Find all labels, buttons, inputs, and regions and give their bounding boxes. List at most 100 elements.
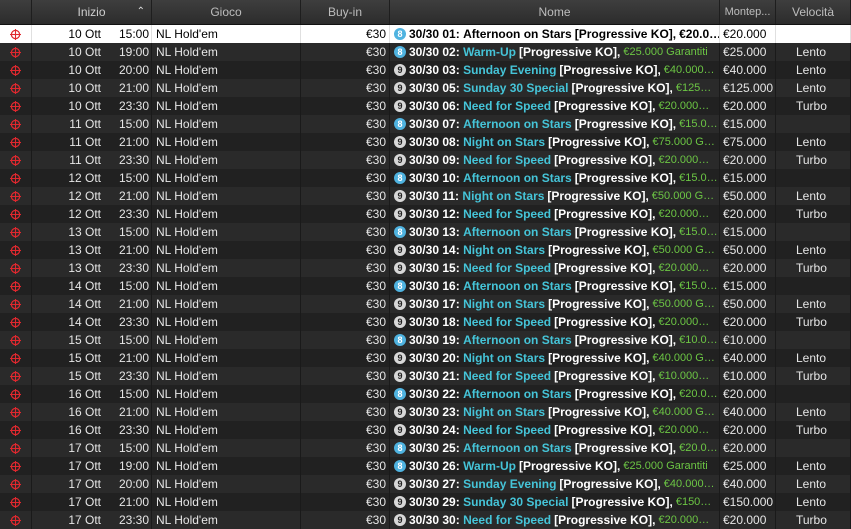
header-game[interactable]: Gioco bbox=[152, 0, 301, 24]
name-cell: 9 30/30 05: Sunday 30 Special [Progressive… bbox=[390, 79, 720, 97]
game-cell: NL Hold'em bbox=[152, 439, 301, 457]
players-badge: 9 bbox=[394, 496, 406, 508]
header-prize-pool[interactable]: Montep... bbox=[720, 0, 776, 24]
table-row[interactable]: 16 Ott 23:30 NL Hold'em €30 9 30/30 24: Need … bbox=[0, 421, 851, 439]
header-name[interactable]: Nome bbox=[390, 0, 720, 24]
table-row[interactable]: 10 Ott 15:00 NL Hold'em €30 8 30/30 01: After… bbox=[0, 25, 851, 43]
table-row[interactable]: 13 Ott 21:00 NL Hold'em €30 9 30/30 14: Night… bbox=[0, 241, 851, 259]
table-row[interactable]: 17 Ott 20:00 NL Hold'em €30 9 30/30 27: Sunda… bbox=[0, 475, 851, 493]
target-icon bbox=[0, 457, 32, 475]
buyin-cell: €30 bbox=[301, 439, 390, 457]
tournament-type: [Progressive KO], bbox=[554, 315, 656, 329]
name-cell: 8 30/30 13: Afternoon on Stars [Progressiv… bbox=[390, 223, 720, 241]
tournament-number: 02: bbox=[442, 45, 460, 59]
start-time: 19:00 bbox=[118, 45, 149, 59]
tournament-title: Sunday 30 Special bbox=[463, 495, 569, 509]
table-row[interactable]: 14 Ott 23:30 NL Hold'em €30 9 30/30 18: Need … bbox=[0, 313, 851, 331]
prize-pool-cell: €15.000 bbox=[720, 169, 776, 187]
tournament-count: 30/30 bbox=[409, 423, 440, 437]
start-cell: 14 Ott 23:30 bbox=[32, 313, 152, 331]
table-row[interactable]: 12 Ott 15:00 NL Hold'em €30 8 30/30 10: After… bbox=[0, 169, 851, 187]
target-icon bbox=[0, 241, 32, 259]
tournament-type: [Progressive KO], bbox=[574, 279, 677, 293]
table-row[interactable]: 17 Ott 19:00 NL Hold'em €30 8 30/30 26: Warm-… bbox=[0, 457, 851, 475]
table-row[interactable]: 13 Ott 15:00 NL Hold'em €30 8 30/30 13: After… bbox=[0, 223, 851, 241]
buyin-cell: €30 bbox=[301, 133, 390, 151]
target-icon bbox=[0, 313, 32, 331]
table-row[interactable]: 14 Ott 15:00 NL Hold'em €30 8 30/30 16: After… bbox=[0, 277, 851, 295]
table-row[interactable]: 17 Ott 15:00 NL Hold'em €30 8 30/30 25: After… bbox=[0, 439, 851, 457]
start-date: 17 Ott bbox=[68, 477, 101, 491]
tournament-guarantee: €20.000… bbox=[658, 208, 710, 220]
players-badge: 8 bbox=[394, 172, 406, 184]
start-cell: 15 Ott 21:00 bbox=[32, 349, 152, 367]
table-row[interactable]: 16 Ott 21:00 NL Hold'em €30 9 30/30 23: Night… bbox=[0, 403, 851, 421]
start-date: 15 Ott bbox=[68, 351, 101, 365]
buyin-cell: €30 bbox=[301, 349, 390, 367]
table-row[interactable]: 10 Ott 19:00 NL Hold'em €30 8 30/30 02: Warm-… bbox=[0, 43, 851, 61]
prize-pool-cell: €20.000 bbox=[720, 25, 776, 43]
tournament-count: 30/30 bbox=[409, 387, 440, 401]
table-row[interactable]: 12 Ott 21:00 NL Hold'em €30 9 30/30 11: Night… bbox=[0, 187, 851, 205]
start-date: 17 Ott bbox=[68, 495, 101, 509]
name-cell: 8 30/30 26: Warm-Up [Progressive KO], €25.0… bbox=[390, 457, 720, 475]
target-icon bbox=[0, 43, 32, 61]
prize-pool-cell: €125.000 bbox=[720, 79, 776, 97]
header-buyin[interactable]: Buy-in bbox=[301, 0, 390, 24]
name-cell: 9 30/30 08: Night on Stars [Progressive KO… bbox=[390, 133, 720, 151]
speed-cell bbox=[776, 385, 851, 403]
header-icon-column[interactable] bbox=[0, 0, 32, 24]
sort-ascending-icon: ⌃ bbox=[136, 6, 145, 17]
tournament-type: [Progressive KO], bbox=[554, 513, 656, 527]
speed-cell: Turbo bbox=[776, 259, 851, 277]
prize-pool-cell: €15.000 bbox=[720, 277, 776, 295]
table-row[interactable]: 15 Ott 23:30 NL Hold'em €30 9 30/30 21: Need … bbox=[0, 367, 851, 385]
buyin-cell: €30 bbox=[301, 61, 390, 79]
table-row[interactable]: 11 Ott 15:00 NL Hold'em €30 8 30/30 07: After… bbox=[0, 115, 851, 133]
table-row[interactable]: 10 Ott 20:00 NL Hold'em €30 9 30/30 03: Sunda… bbox=[0, 61, 851, 79]
table-row[interactable]: 12 Ott 23:30 NL Hold'em €30 9 30/30 12: Need … bbox=[0, 205, 851, 223]
table-row[interactable]: 17 Ott 21:00 NL Hold'em €30 9 30/30 29: Sunda… bbox=[0, 493, 851, 511]
name-cell: 9 30/30 09: Need for Speed [Progressive KO… bbox=[390, 151, 720, 169]
prize-pool-cell: €150.000 bbox=[720, 493, 776, 511]
table-row[interactable]: 15 Ott 15:00 NL Hold'em €30 8 30/30 19: After… bbox=[0, 331, 851, 349]
tournament-guarantee: €10.0… bbox=[679, 334, 718, 346]
tournament-number: 03: bbox=[442, 63, 460, 77]
tournament-type: [Progressive KO], bbox=[554, 423, 656, 437]
table-row[interactable]: 10 Ott 23:30 NL Hold'em €30 9 30/30 06: Need … bbox=[0, 97, 851, 115]
name-cell: 9 30/30 24: Need for Speed [Progressive KO… bbox=[390, 421, 720, 439]
players-badge: 8 bbox=[394, 334, 406, 346]
tournament-type: [Progressive KO], bbox=[554, 99, 656, 113]
tournament-title: Need for Speed bbox=[463, 369, 552, 383]
target-icon bbox=[0, 79, 32, 97]
speed-cell: Turbo bbox=[776, 511, 851, 529]
players-badge: 8 bbox=[394, 280, 406, 292]
tournament-number: 27: bbox=[442, 477, 460, 491]
game-cell: NL Hold'em bbox=[152, 151, 301, 169]
table-row[interactable]: 10 Ott 21:00 NL Hold'em €30 9 30/30 05: Sunda… bbox=[0, 79, 851, 97]
players-badge: 8 bbox=[394, 388, 406, 400]
speed-cell: Turbo bbox=[776, 367, 851, 385]
start-date: 16 Ott bbox=[68, 423, 101, 437]
table-row[interactable]: 13 Ott 23:30 NL Hold'em €30 9 30/30 15: Need … bbox=[0, 259, 851, 277]
prize-pool-cell: €50.000 bbox=[720, 295, 776, 313]
table-row[interactable]: 15 Ott 21:00 NL Hold'em €30 9 30/30 20: Night… bbox=[0, 349, 851, 367]
table-row[interactable]: 16 Ott 15:00 NL Hold'em €30 8 30/30 22: After… bbox=[0, 385, 851, 403]
game-cell: NL Hold'em bbox=[152, 25, 301, 43]
start-cell: 13 Ott 21:00 bbox=[32, 241, 152, 259]
start-cell: 14 Ott 15:00 bbox=[32, 277, 152, 295]
table-row[interactable]: 11 Ott 21:00 NL Hold'em €30 9 30/30 08: Night… bbox=[0, 133, 851, 151]
tournament-number: 18: bbox=[442, 315, 460, 329]
table-row[interactable]: 14 Ott 21:00 NL Hold'em €30 9 30/30 17: Night… bbox=[0, 295, 851, 313]
table-row[interactable]: 11 Ott 23:30 NL Hold'em €30 9 30/30 09: Need … bbox=[0, 151, 851, 169]
table-row[interactable]: 17 Ott 23:30 NL Hold'em €30 9 30/30 30: Need … bbox=[0, 511, 851, 529]
players-badge: 9 bbox=[394, 190, 406, 202]
players-badge: 9 bbox=[394, 136, 406, 148]
header-speed[interactable]: Velocità bbox=[776, 0, 851, 24]
target-icon bbox=[0, 475, 32, 493]
header-start[interactable]: Inizio ⌃ bbox=[32, 0, 152, 24]
tournament-guarantee: €125… bbox=[675, 82, 712, 94]
start-time: 23:30 bbox=[118, 423, 149, 437]
start-time: 15:00 bbox=[118, 279, 149, 293]
start-cell: 13 Ott 15:00 bbox=[32, 223, 152, 241]
